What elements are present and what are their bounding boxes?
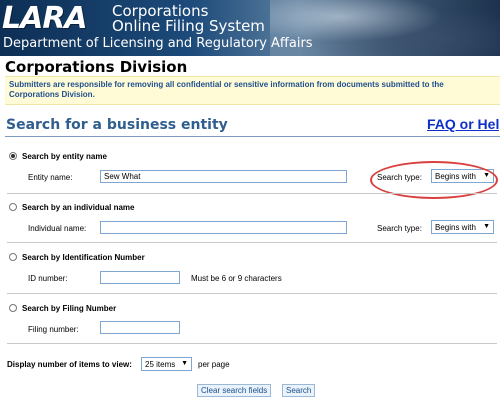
division-title: Corporations Division — [5, 58, 188, 76]
filing-number-input[interactable] — [100, 321, 180, 334]
chevron-down-icon: ▼ — [483, 223, 490, 230]
filing-number-label: Filing number: — [28, 325, 79, 334]
lara-logo: LARA — [2, 1, 88, 36]
app-title-line2: Online Filing System — [112, 17, 265, 35]
faq-help-link[interactable]: FAQ or Help — [427, 116, 500, 132]
per-page-label: per page — [198, 360, 230, 369]
id-number-label: ID number: — [28, 274, 68, 283]
display-items-label: Display number of items to view: — [7, 360, 132, 369]
search-button[interactable]: Search — [282, 384, 316, 397]
search-by-entity-option[interactable]: Search by entity name — [9, 152, 107, 161]
title-divider — [5, 136, 500, 137]
search-by-filing-option[interactable]: Search by Filing Number — [9, 304, 116, 313]
individual-name-input[interactable] — [100, 221, 347, 234]
entity-name-label: Entity name: — [28, 173, 73, 182]
id-number-input[interactable] — [100, 271, 180, 284]
id-number-hint: Must be 6 or 9 characters — [191, 274, 282, 283]
divider — [7, 293, 497, 294]
search-by-individual-option[interactable]: Search by an individual name — [9, 203, 134, 212]
individual-search-type-select[interactable]: Begins with ▼ — [431, 220, 494, 234]
divider — [7, 193, 497, 194]
header-banner: LARA Corporations Online Filing System D… — [0, 0, 500, 56]
entity-radio-label: Search by entity name — [22, 152, 107, 161]
chevron-down-icon: ▼ — [181, 360, 188, 367]
entity-radio[interactable] — [9, 152, 17, 160]
confidentiality-notice: Submitters are responsible for removing … — [5, 76, 500, 105]
section-title: Search for a business entity — [6, 117, 228, 133]
id-radio-label: Search by Identification Number — [22, 253, 145, 262]
entity-name-input[interactable]: Sew What — [100, 170, 347, 183]
divider — [7, 242, 497, 243]
individual-search-type-value: Begins with — [435, 223, 476, 232]
id-radio[interactable] — [9, 253, 17, 261]
individual-radio-label: Search by an individual name — [22, 203, 135, 212]
search-by-id-option[interactable]: Search by Identification Number — [9, 253, 145, 262]
department-name: Department of Licensing and Regulatory A… — [3, 36, 313, 51]
items-per-page-select[interactable]: 25 items ▼ — [141, 357, 192, 371]
individual-name-label: Individual name: — [28, 224, 87, 233]
individual-search-type-label: Search type: — [377, 224, 422, 233]
clear-search-fields-button[interactable]: Clear search fields — [197, 384, 272, 397]
filing-radio-label: Search by Filing Number — [22, 304, 117, 313]
divider — [7, 343, 497, 344]
filing-radio[interactable] — [9, 304, 17, 312]
individual-radio[interactable] — [9, 203, 17, 211]
items-per-page-value: 25 items — [145, 360, 176, 369]
